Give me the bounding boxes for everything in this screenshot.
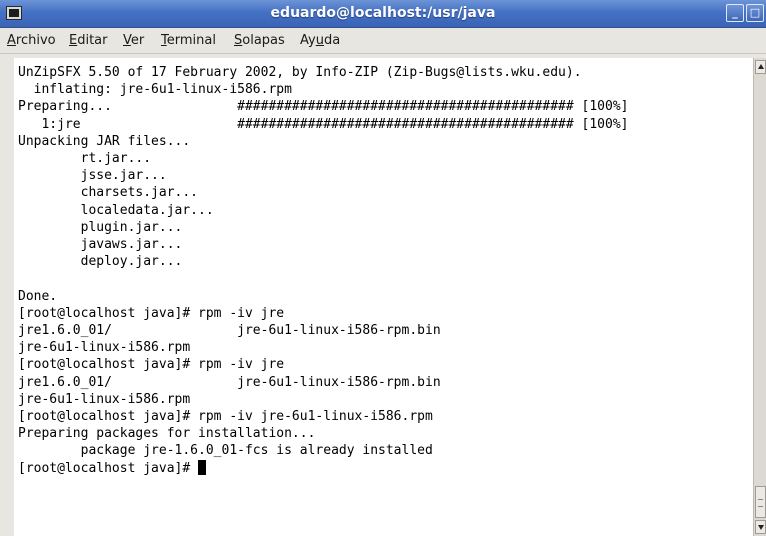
terminal-line: deploy.jar... bbox=[18, 254, 183, 270]
menu-editar[interactable]: Editar bbox=[69, 33, 108, 48]
menu-solapas[interactable]: Solapas bbox=[234, 33, 285, 48]
text-cursor bbox=[198, 459, 207, 475]
menu-ver[interactable]: Ver bbox=[123, 33, 144, 48]
terminal-line: [root@localhost java]# rpm -iv jre bbox=[18, 357, 285, 373]
terminal-line: jre1.6.0_01/ jre-6u1-linux-i586-rpm.bin bbox=[18, 374, 441, 390]
scroll-up-arrow-icon[interactable] bbox=[755, 60, 766, 74]
maximize-button[interactable]: □ bbox=[746, 4, 764, 22]
terminal-line: Unpacking JAR files... bbox=[18, 133, 191, 149]
terminal-line: jsse.jar... bbox=[18, 168, 167, 184]
terminal-line: 1:jre ##################################… bbox=[18, 116, 629, 132]
menu-mnemonic: V bbox=[123, 33, 131, 48]
menu-terminal[interactable]: Terminal bbox=[161, 33, 216, 48]
terminal-window: eduardo@localhost:/usr/java _ □ X Archiv… bbox=[0, 0, 766, 536]
terminal-line: inflating: jre-6u1-linux-i586.rpm bbox=[18, 82, 292, 98]
terminal-line: jre-6u1-linux-i586.rpm bbox=[18, 391, 191, 407]
scrollbar-thumb[interactable] bbox=[755, 486, 766, 518]
menu-mnemonic: T bbox=[161, 33, 167, 48]
menu-mnemonic: u bbox=[315, 33, 324, 48]
menu-mnemonic: A bbox=[7, 33, 16, 48]
terminal-line: package jre-1.6.0_01-fcs is already inst… bbox=[18, 443, 433, 459]
title-bar[interactable]: eduardo@localhost:/usr/java _ □ X bbox=[0, 0, 766, 28]
scroll-down-arrow-icon[interactable] bbox=[755, 520, 766, 534]
minimize-button[interactable]: _ bbox=[726, 4, 744, 22]
terminal-line: Preparing packages for installation... bbox=[18, 426, 316, 442]
terminal-line: Done. bbox=[18, 288, 58, 304]
menu-mnemonic: S bbox=[234, 33, 243, 48]
terminal-line: Preparing... ###########################… bbox=[18, 99, 629, 115]
terminal-line: plugin.jar... bbox=[18, 219, 183, 235]
left-frame bbox=[0, 54, 14, 536]
terminal-prompt: [root@localhost java]# bbox=[18, 460, 199, 476]
menu-mnemonic: E bbox=[69, 33, 78, 48]
terminal-line: localedata.jar... bbox=[18, 202, 214, 218]
terminal-area[interactable]: UnZipSFX 5.50 of 17 February 2002, by In… bbox=[14, 58, 753, 536]
terminal-output: UnZipSFX 5.50 of 17 February 2002, by In… bbox=[14, 58, 753, 477]
terminal-line: jre-6u1-linux-i586.rpm bbox=[18, 340, 191, 356]
menu-ayuda[interactable]: Ayuda bbox=[300, 33, 340, 48]
vertical-scrollbar[interactable] bbox=[753, 58, 766, 536]
terminal-line: jre1.6.0_01/ jre-6u1-linux-i586-rpm.bin bbox=[18, 323, 441, 339]
terminal-line: [root@localhost java]# rpm -iv jre bbox=[18, 305, 285, 321]
menu-bar: Archivo Editar Ver Terminal Solapas Ayud… bbox=[0, 28, 766, 54]
terminal-line: javaws.jar... bbox=[18, 237, 183, 253]
terminal-line: [root@localhost java]# rpm -iv jre-6u1-l… bbox=[18, 409, 433, 425]
window-title: eduardo@localhost:/usr/java bbox=[270, 5, 496, 21]
terminal-line: UnZipSFX 5.50 of 17 February 2002, by In… bbox=[18, 65, 582, 80]
terminal-line: charsets.jar... bbox=[18, 185, 199, 201]
terminal-line: rt.jar... bbox=[18, 151, 152, 167]
menu-archivo[interactable]: Archivo bbox=[7, 33, 56, 48]
